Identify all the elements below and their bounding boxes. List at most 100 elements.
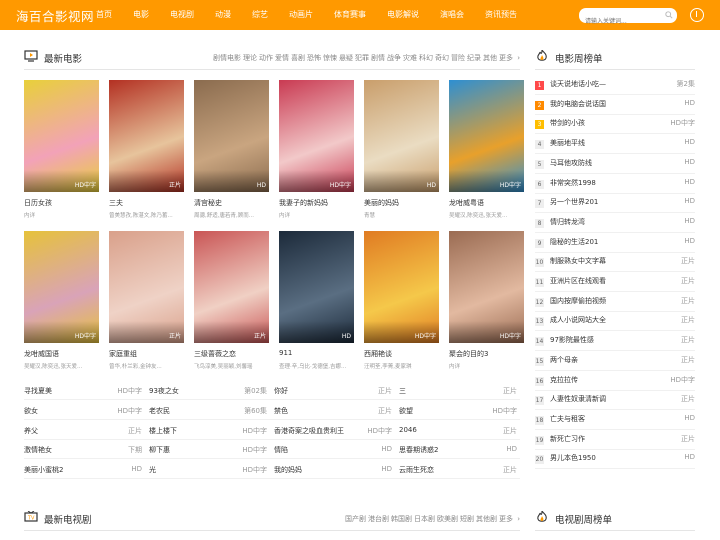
movie-genre-link[interactable]: 奇幻 <box>435 54 449 62</box>
list-movie-name[interactable]: 激情艳女 <box>24 445 52 455</box>
rank-item[interactable]: 20 男儿本色1950 HD <box>535 452 695 466</box>
rank-title[interactable]: 带剑的小孩 <box>550 118 585 128</box>
movie-genre-link[interactable]: 剧情电影 <box>213 54 241 62</box>
movie-genre-link[interactable]: 喜剧 <box>291 54 305 62</box>
rank-title[interactable]: 亚洲片区在线观看 <box>550 276 606 286</box>
rank-item[interactable]: 18 亡夫与租客 HD <box>535 413 695 427</box>
nav-item[interactable]: 电影解说 <box>387 0 419 30</box>
rank-title[interactable]: 国内按摩偷拍视频 <box>550 296 606 306</box>
list-movie-name[interactable]: 2046 <box>399 426 417 434</box>
rank-title[interactable]: 另一个世界201 <box>550 197 598 207</box>
rank-title[interactable]: 美丽地平线 <box>550 138 585 148</box>
list-movie-name[interactable]: 我的妈妈 <box>274 465 302 475</box>
chevron-right-icon[interactable]: › <box>515 515 520 523</box>
nav-item[interactable]: 体育赛事 <box>334 0 366 30</box>
movie-poster[interactable]: 正片 <box>109 231 184 343</box>
movie-genre-link[interactable]: 惊悚 <box>323 54 337 62</box>
movie-genre-link[interactable]: 爱情 <box>275 54 289 62</box>
movie-title[interactable]: 美丽的妈妈 <box>364 198 399 208</box>
rank-item[interactable]: 14 97影院最性感 正片 <box>535 334 695 348</box>
nav-item[interactable]: 综艺 <box>252 0 268 30</box>
rank-title[interactable]: 马耳他攻防线 <box>550 158 592 168</box>
movie-poster[interactable]: HD中字 <box>449 231 524 343</box>
rank-item[interactable]: 19 新死亡习作 正片 <box>535 433 695 447</box>
movie-poster[interactable]: HD中字 <box>449 80 524 192</box>
nav-item[interactable]: 演唱会 <box>440 0 464 30</box>
rank-item[interactable]: 10 制服熟女中文字幕 正片 <box>535 255 695 269</box>
tv-genre-link[interactable]: 短剧 <box>460 515 474 523</box>
movie-genre-link[interactable]: 动作 <box>259 54 273 62</box>
tv-genre-link[interactable]: 韩国剧 <box>391 515 412 523</box>
rank-title[interactable]: 成人小说网站大全 <box>550 315 606 325</box>
movie-genre-link[interactable]: 悬疑 <box>339 54 353 62</box>
tv-genre-link[interactable]: 港台剧 <box>368 515 389 523</box>
movie-genre-link[interactable]: 灾难 <box>403 54 417 62</box>
movie-title[interactable]: 911 <box>279 349 292 357</box>
list-movie-name[interactable]: 云雨生死恋 <box>399 465 434 475</box>
rank-title[interactable]: 人妻性奴隶清新调 <box>550 394 606 404</box>
movie-genre-link[interactable]: 战争 <box>387 54 401 62</box>
list-movie-name[interactable]: 93夜之女 <box>149 386 179 396</box>
rank-item[interactable]: 4 美丽地平线 HD <box>535 137 695 151</box>
search-icon[interactable] <box>665 11 673 19</box>
rank-item[interactable]: 3 带剑的小孩 HD中字 <box>535 117 695 131</box>
list-movie-name[interactable]: 美丽小蜜桃2 <box>24 465 63 475</box>
movie-title[interactable]: 西厢艳谈 <box>364 349 392 359</box>
movie-title[interactable]: 龙咁威国语 <box>24 349 59 359</box>
movie-title[interactable]: 我妻子的新妈妈 <box>279 198 328 208</box>
movie-genre-link[interactable]: 恐怖 <box>307 54 321 62</box>
tv-genre-link[interactable]: 欧美剧 <box>437 515 458 523</box>
rank-item[interactable]: 5 马耳他攻防线 HD <box>535 157 695 171</box>
list-movie-name[interactable]: 欲女 <box>24 406 38 416</box>
movie-poster[interactable]: HD <box>194 80 269 192</box>
movie-genre-link[interactable]: 纪录 <box>467 54 481 62</box>
nav-item[interactable]: 电视剧 <box>170 0 194 30</box>
rank-item[interactable]: 6 非常突然1998 HD <box>535 177 695 191</box>
movie-genre-link[interactable]: 理论 <box>243 54 257 62</box>
rank-title[interactable]: 非常突然1998 <box>550 178 596 188</box>
movie-poster[interactable]: HD中字 <box>364 231 439 343</box>
rank-title[interactable]: 两个母亲 <box>550 355 578 365</box>
rank-item[interactable]: 13 成人小说网站大全 正片 <box>535 314 695 328</box>
user-icon[interactable] <box>690 8 704 22</box>
rank-item[interactable]: 11 亚洲片区在线观看 正片 <box>535 275 695 289</box>
movie-poster[interactable]: HD <box>279 231 354 343</box>
nav-item[interactable]: 动漫 <box>215 0 231 30</box>
tv-genre-link[interactable]: 其他剧 <box>476 515 497 523</box>
nav-item[interactable]: 资讯预告 <box>485 0 517 30</box>
rank-item[interactable]: 9 隐秘的生活201 HD <box>535 236 695 250</box>
list-movie-name[interactable]: 思春期诱惑2 <box>399 445 438 455</box>
movie-genre-link[interactable]: 更多 <box>499 54 513 62</box>
rank-item[interactable]: 7 另一个世界201 HD <box>535 196 695 210</box>
list-movie-name[interactable]: 寻找夏美 <box>24 386 52 396</box>
movie-genre-link[interactable]: 其他 <box>483 54 497 62</box>
nav-item[interactable]: 首页 <box>96 0 112 30</box>
list-movie-name[interactable]: 楼上楼下 <box>149 426 177 436</box>
movie-title[interactable]: 三级蔷薇之恋 <box>194 349 236 359</box>
rank-title[interactable]: 情归转龙湾 <box>550 217 585 227</box>
movie-genre-link[interactable]: 犯罪 <box>355 54 369 62</box>
movie-poster[interactable]: HD中字 <box>24 80 99 192</box>
movie-title[interactable]: 龙咁威粤语 <box>449 198 484 208</box>
rank-title[interactable]: 制服熟女中文字幕 <box>550 256 606 266</box>
list-movie-name[interactable]: 欲望 <box>399 406 413 416</box>
movie-title[interactable]: 家庭重组 <box>109 349 137 359</box>
tv-genre-link[interactable]: 国产剧 <box>345 515 366 523</box>
list-movie-name[interactable]: 养父 <box>24 426 38 436</box>
list-movie-name[interactable]: 柳下惠 <box>149 445 170 455</box>
movie-title[interactable]: 三夫 <box>109 198 123 208</box>
tv-genre-link[interactable]: 更多 <box>499 515 513 523</box>
movie-title[interactable]: 清宫秘史 <box>194 198 222 208</box>
site-logo[interactable]: 海百合影视网 <box>16 6 94 25</box>
list-movie-name[interactable]: 情陷 <box>274 445 288 455</box>
rank-title[interactable]: 新死亡习作 <box>550 434 585 444</box>
rank-item[interactable]: 15 两个母亲 正片 <box>535 354 695 368</box>
list-movie-name[interactable]: 光 <box>149 465 156 475</box>
rank-item[interactable]: 1 谈天说地话小吃— 第2集 <box>535 78 695 92</box>
rank-title[interactable]: 隐秘的生活201 <box>550 237 598 247</box>
rank-title[interactable]: 男儿本色1950 <box>550 453 596 463</box>
movie-poster[interactable]: HD <box>364 80 439 192</box>
list-movie-name[interactable]: 老农民 <box>149 406 170 416</box>
movie-poster[interactable]: HD中字 <box>24 231 99 343</box>
rank-item[interactable]: 12 国内按摩偷拍视频 正片 <box>535 295 695 309</box>
